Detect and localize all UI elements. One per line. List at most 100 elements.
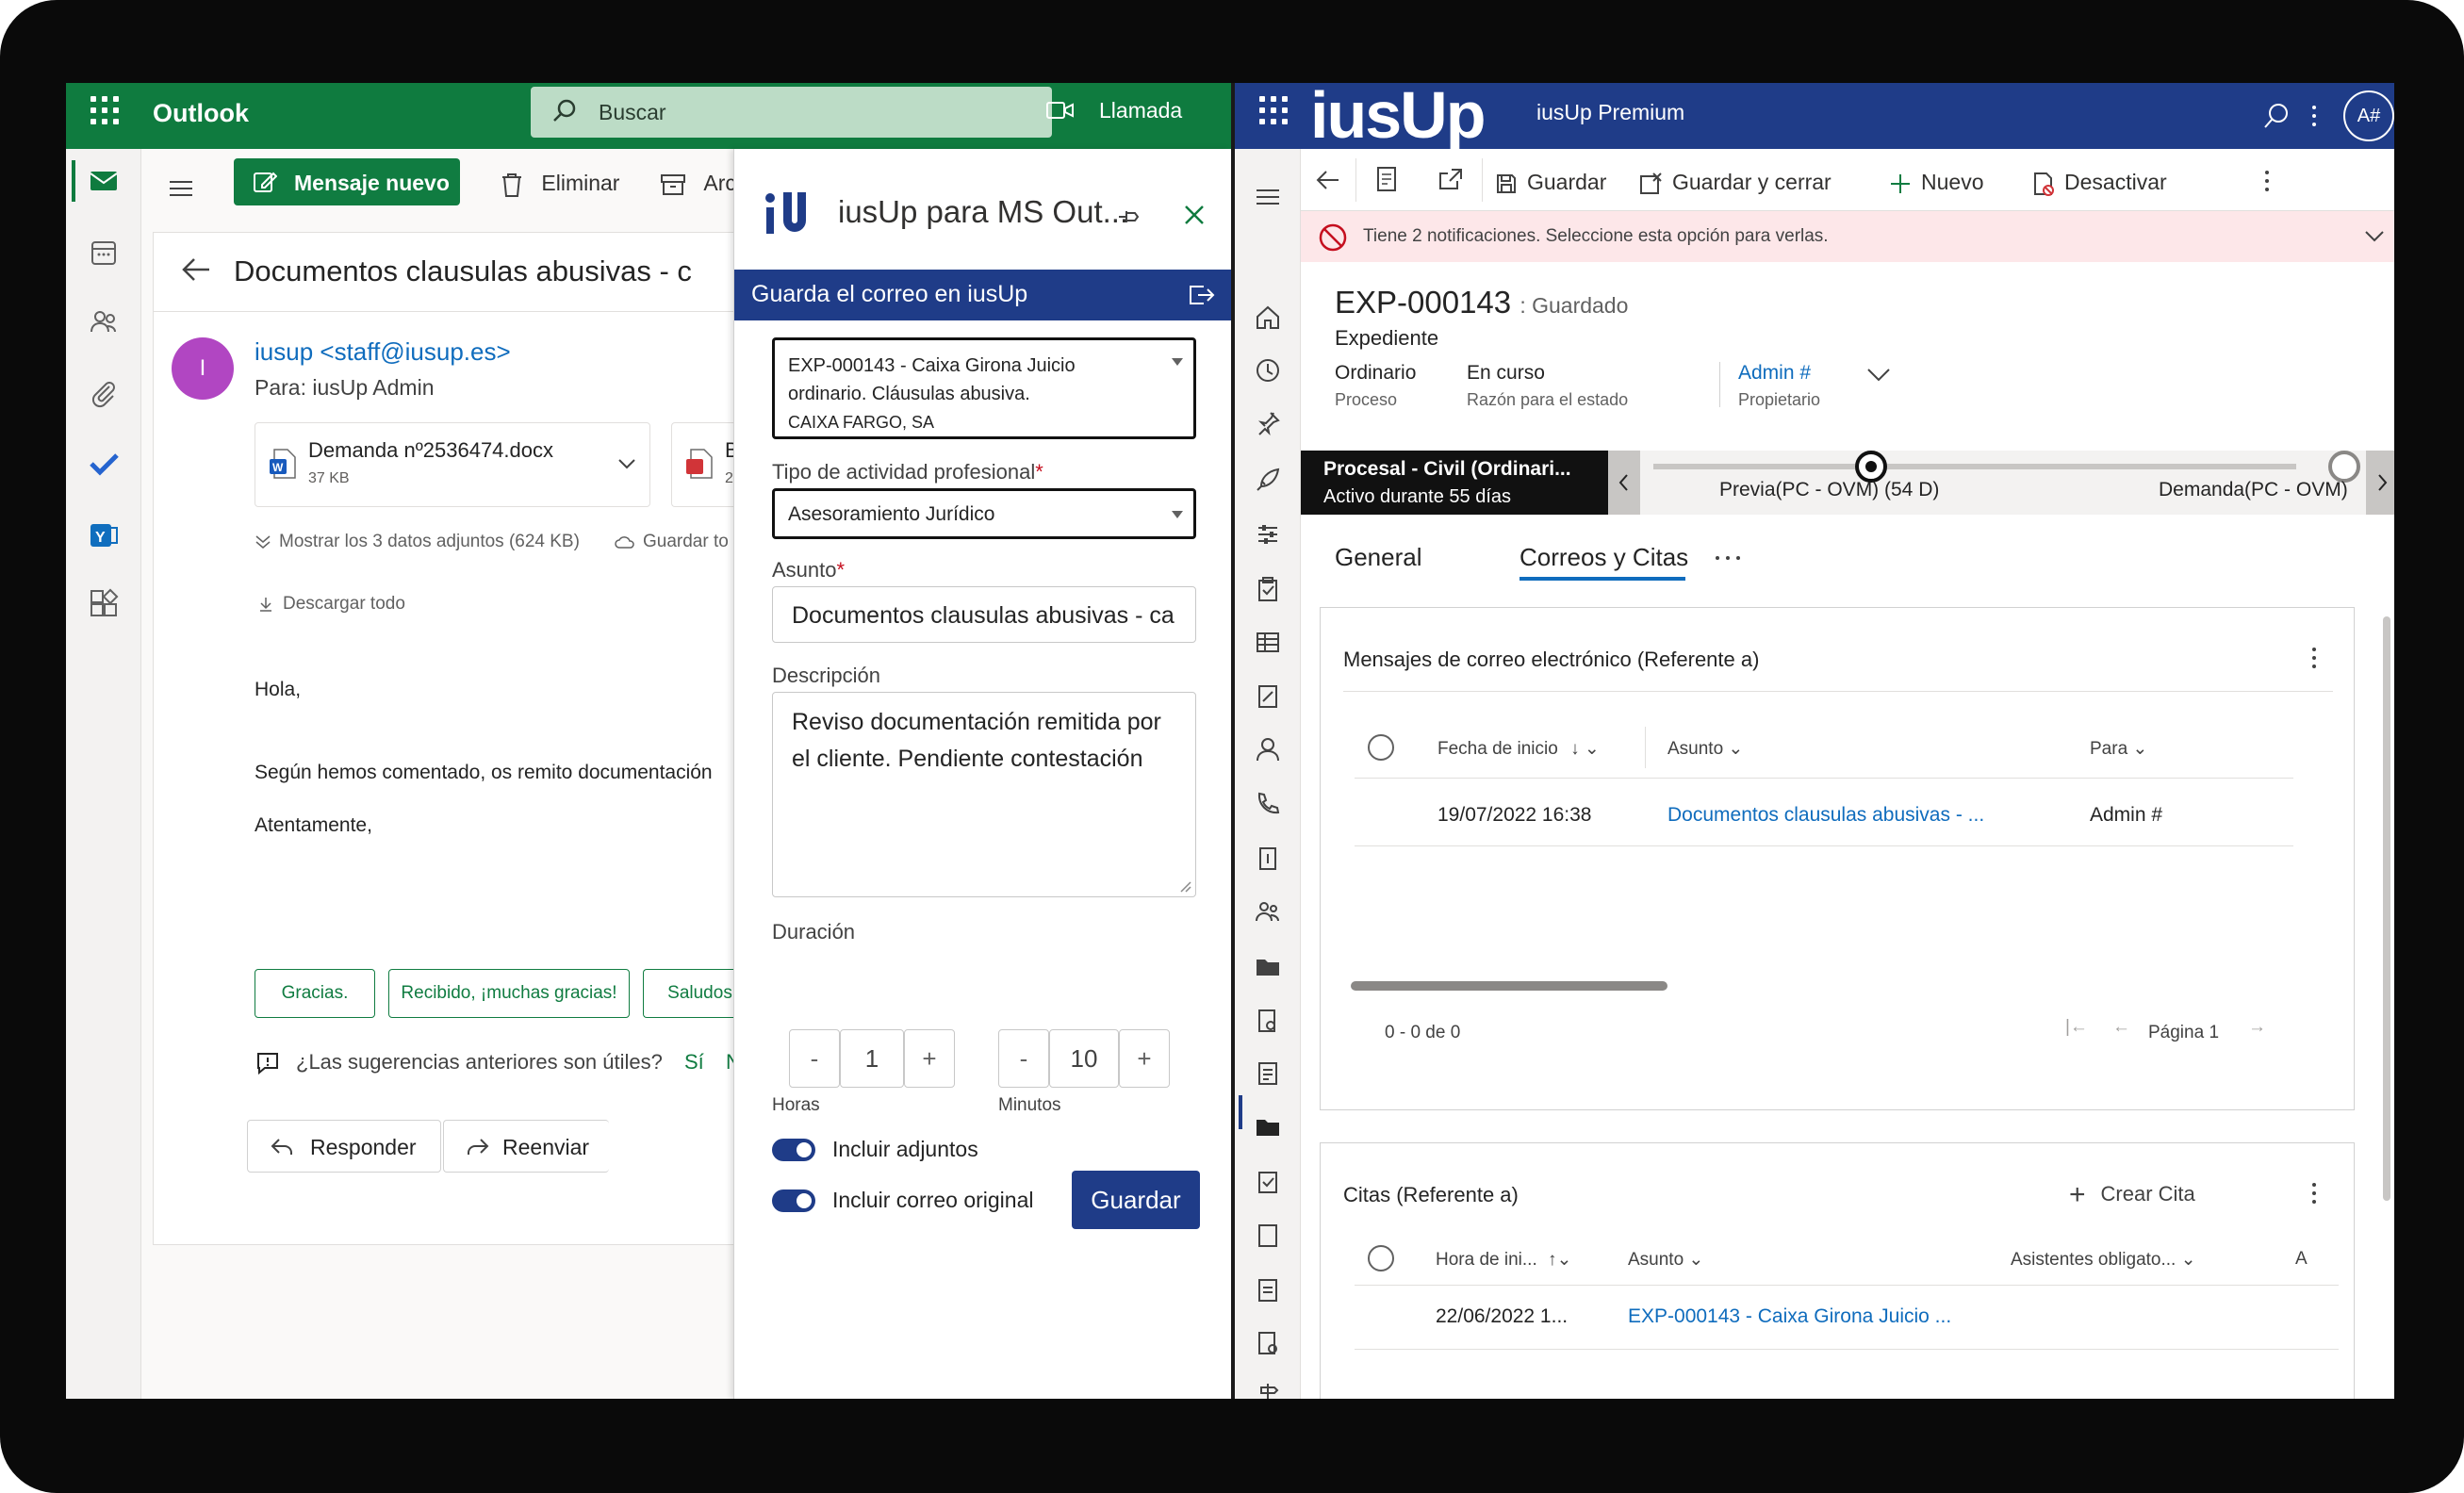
signpost-icon[interactable]	[1254, 1380, 1282, 1399]
notification-bar[interactable]: Tiene 2 notificaciones. Seleccione esta …	[1301, 211, 2394, 262]
column-a[interactable]: A	[2295, 1249, 2308, 1270]
bpf-prev-button[interactable]	[1608, 451, 1640, 515]
close-icon[interactable]	[1183, 204, 1206, 226]
table-icon[interactable]	[1254, 628, 1282, 656]
select-all-radio[interactable]	[1368, 734, 1394, 761]
suggested-reply[interactable]: Gracias.	[255, 969, 375, 1018]
more-icon[interactable]	[2310, 646, 2318, 670]
subject-input[interactable]: Documentos clausulas abusivas - ca	[772, 586, 1196, 643]
more-commands-icon[interactable]	[2262, 168, 2272, 194]
bpf-next-button[interactable]	[2366, 451, 2394, 515]
hours-decrement-button[interactable]: -	[789, 1029, 840, 1088]
delete-button[interactable]: Eliminar	[500, 171, 619, 198]
reply-button[interactable]: Responder	[247, 1120, 441, 1173]
app-launcher-icon[interactable]	[90, 96, 119, 124]
folder-open-icon[interactable]	[1254, 1112, 1282, 1140]
more-icon[interactable]	[2310, 1181, 2318, 1206]
tab-emails-appointments[interactable]: Correos y Citas	[1519, 543, 1688, 572]
archive-button[interactable]: Arc	[660, 171, 736, 197]
user-avatar[interactable]: A#	[2343, 90, 2394, 141]
team-icon[interactable]	[1254, 897, 1282, 926]
vertical-scrollbar[interactable]	[2383, 616, 2390, 1201]
addin-save-button[interactable]: Guardar	[1072, 1171, 1200, 1229]
avatar[interactable]: I	[172, 337, 234, 400]
description-textarea[interactable]: Reviso documentación remitida por el cli…	[772, 692, 1196, 897]
include-original-toggle[interactable]	[772, 1189, 815, 1212]
pin-icon[interactable]	[1117, 205, 1140, 228]
yammer-icon[interactable]: Y	[87, 518, 121, 552]
column-start-date[interactable]: Fecha de inicio ↓ ⌄	[1437, 738, 1600, 760]
file-list-icon[interactable]	[1254, 1276, 1282, 1304]
owner-link[interactable]: Admin #	[1738, 362, 1811, 385]
stage-2-label[interactable]: Demanda(PC - OVM)	[2159, 479, 2348, 501]
create-appointment-button[interactable]: + Crear Cita	[2069, 1179, 2195, 1211]
pinned-icon[interactable]	[1254, 409, 1282, 437]
chevron-down-icon[interactable]	[617, 457, 636, 470]
report-icon[interactable]	[1254, 845, 1282, 873]
suggested-reply[interactable]: Recibido, ¡muchas gracias!	[388, 969, 630, 1018]
save-close-button[interactable]: Guardar y cerrar	[1638, 170, 1832, 196]
forward-button[interactable]: Reenviar	[443, 1120, 609, 1173]
stage-1-marker[interactable]	[1855, 451, 1887, 483]
open-new-window-icon[interactable]	[1438, 168, 1463, 190]
new-button[interactable]: Nuevo	[1889, 170, 1983, 195]
save-all-link[interactable]: Guardar to	[615, 532, 729, 552]
bpf-active-process[interactable]: Procesal - Civil (Ordinari... Activo dur…	[1301, 451, 1608, 515]
back-arrow-icon[interactable]	[1316, 170, 1340, 190]
tab-general[interactable]: General	[1335, 543, 1422, 572]
file-settings-icon[interactable]	[1254, 1329, 1282, 1357]
app-launcher-icon[interactable]	[1259, 96, 1288, 124]
attach-icon[interactable]	[87, 377, 121, 411]
document-edit-icon[interactable]	[1254, 682, 1282, 711]
download-all-link[interactable]: Descargar todo	[258, 594, 405, 615]
select-all-radio[interactable]	[1368, 1245, 1394, 1272]
clipboard-icon[interactable]	[1254, 575, 1282, 603]
activity-type-select[interactable]: Asesoramiento Jurídico	[772, 488, 1196, 539]
column-subject[interactable]: Asunto ⌄	[1667, 738, 1743, 760]
first-page-button[interactable]: |←	[2065, 1017, 2088, 1038]
hours-increment-button[interactable]: +	[904, 1029, 955, 1088]
contact-icon[interactable]	[1254, 735, 1282, 763]
new-message-button[interactable]: Mensaje nuevo	[234, 158, 460, 205]
todo-icon[interactable]	[87, 447, 121, 481]
recent-icon[interactable]	[1254, 356, 1282, 385]
document-icon[interactable]	[1254, 1059, 1282, 1088]
next-page-button[interactable]: →	[2248, 1017, 2266, 1038]
chevron-down-icon[interactable]	[2364, 230, 2385, 243]
people-icon[interactable]	[87, 305, 121, 339]
record-selector[interactable]: EXP-000143 - Caixa Girona Juicio ordinar…	[772, 337, 1196, 439]
column-attendees[interactable]: Asistentes obligato... ⌄	[2011, 1249, 2196, 1271]
calendar-icon[interactable]	[87, 236, 121, 270]
column-appt-subject[interactable]: Asunto ⌄	[1628, 1249, 1703, 1271]
hours-input[interactable]: 1	[840, 1029, 904, 1088]
document-search-icon[interactable]	[1254, 1007, 1282, 1035]
resize-handle-icon[interactable]	[1178, 879, 1191, 893]
home-icon[interactable]	[1254, 304, 1282, 332]
horizontal-scrollbar[interactable]	[1351, 981, 1667, 991]
hamburger-icon[interactable]	[168, 177, 194, 200]
record-icon[interactable]	[1376, 166, 1397, 192]
search-input[interactable]: Buscar	[531, 87, 1052, 138]
minutes-increment-button[interactable]: +	[1119, 1029, 1170, 1088]
rocket-icon[interactable]	[1254, 466, 1282, 494]
prev-page-button[interactable]: ←	[2112, 1017, 2130, 1038]
stage-1-label[interactable]: Previa(PC - OVM) (54 D)	[1719, 479, 1939, 501]
feedback-yes-link[interactable]: Sí	[684, 1050, 704, 1075]
column-start-hour[interactable]: Hora de ini... ↑⌄	[1436, 1249, 1571, 1271]
appt-row-subject-link[interactable]: EXP-000143 - Caixa Girona Juicio ...	[1628, 1305, 1951, 1328]
sliders-icon[interactable]	[1254, 520, 1282, 549]
folder-settings-icon[interactable]	[1254, 952, 1282, 980]
apps-icon[interactable]	[87, 588, 121, 622]
back-arrow-icon[interactable]	[181, 256, 211, 283]
call-button[interactable]: Llamada	[1046, 98, 1182, 123]
sign-out-icon[interactable]	[1187, 283, 1215, 307]
stage-2-marker[interactable]	[2328, 451, 2360, 483]
include-attachments-toggle[interactable]	[772, 1139, 815, 1161]
column-to[interactable]: Para ⌄	[2090, 738, 2147, 760]
sender-name[interactable]: iusup <staff@iusup.es>	[255, 337, 511, 367]
checklist-icon[interactable]	[1254, 1167, 1282, 1195]
mail-icon[interactable]	[87, 164, 121, 198]
search-icon[interactable]	[2262, 102, 2291, 130]
hamburger-icon[interactable]	[1254, 183, 1282, 211]
minutes-input[interactable]: 10	[1049, 1029, 1119, 1088]
